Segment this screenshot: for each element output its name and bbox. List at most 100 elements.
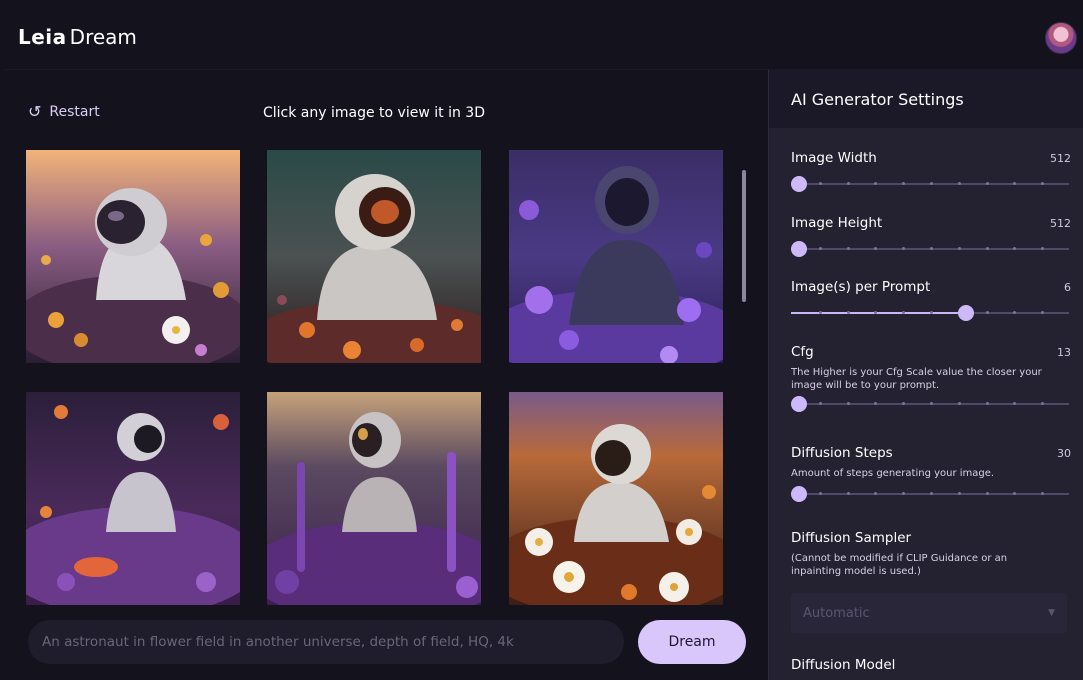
settings-title: AI Generator Settings — [769, 70, 1083, 128]
slider-tick — [818, 402, 822, 405]
restart-label: Restart — [49, 104, 100, 120]
slider-tick — [985, 492, 989, 495]
slider-tick — [846, 402, 850, 405]
diffusion-model-heading: Diffusion Model — [791, 657, 896, 673]
setting-description: The Higher is your Cfg Scale value the c… — [791, 367, 1042, 391]
setting-label: Cfg — [791, 344, 814, 360]
slider-tick — [874, 311, 878, 314]
images-per-prompt-slider[interactable] — [791, 305, 1069, 321]
setting-images-per-prompt: Image(s) per Prompt 6 — [791, 279, 1071, 321]
generated-image-6[interactable] — [509, 392, 723, 605]
diffusion-steps-slider[interactable] — [791, 486, 1069, 502]
setting-label: Diffusion Steps — [791, 445, 893, 461]
slider-tick — [846, 182, 850, 185]
slider-tick — [818, 311, 822, 314]
slider-tick — [957, 492, 961, 495]
slider-thumb[interactable] — [791, 176, 808, 192]
slider-tick — [874, 402, 878, 405]
setting-label: Image(s) per Prompt — [791, 279, 931, 295]
setting-label: Image Width — [791, 150, 877, 166]
slider-tick — [1041, 311, 1045, 314]
slider-tick — [874, 492, 878, 495]
slider-tick — [1041, 492, 1045, 495]
slider-tick — [1013, 492, 1017, 495]
generated-image-1[interactable] — [26, 150, 240, 363]
slider-tick — [957, 182, 961, 185]
slider-tick — [957, 247, 961, 250]
slider-tick — [902, 247, 906, 250]
slider-tick — [985, 247, 989, 250]
slider-tick — [902, 402, 906, 405]
logo-brand: Leia — [18, 25, 67, 49]
setting-value: 13 — [1057, 346, 1071, 359]
slider-thumb[interactable] — [791, 486, 808, 502]
setting-diffusion-sampler: Diffusion Sampler (Cannot be modified if… — [791, 530, 1071, 578]
setting-value: 30 — [1057, 447, 1071, 460]
setting-description: Amount of steps generating your image. — [791, 468, 995, 479]
slider-tick — [930, 311, 933, 314]
prompt-bar — [28, 620, 624, 664]
slider-tick — [1041, 402, 1045, 405]
app-logo[interactable]: Leia Dream — [18, 25, 137, 49]
chevron-down-icon: ▼ — [1048, 608, 1055, 618]
dream-button[interactable]: Dream — [638, 620, 746, 664]
cfg-slider[interactable] — [791, 396, 1069, 412]
slider-tick — [1041, 182, 1045, 185]
slider-tick — [902, 182, 906, 185]
slider-tick — [818, 492, 822, 495]
restart-icon: ↺ — [28, 102, 42, 121]
setting-label: Image Height — [791, 215, 883, 231]
slider-tick — [1013, 402, 1017, 405]
setting-description: (Cannot be modified if CLIP Guidance or … — [791, 553, 1008, 577]
slider-tick — [902, 492, 906, 495]
diffusion-sampler-select[interactable]: Automatic ▼ — [791, 593, 1067, 633]
image-height-slider[interactable] — [791, 241, 1069, 257]
slider-tick — [930, 247, 933, 250]
slider-tick — [930, 182, 933, 185]
generated-image-5[interactable] — [267, 392, 481, 605]
setting-value: 6 — [1064, 281, 1071, 294]
gallery-scrollbar[interactable] — [742, 170, 746, 302]
main-area: ↺ Restart Click any image to view it in … — [4, 70, 768, 680]
image-width-slider[interactable] — [791, 176, 1069, 192]
generated-image-2[interactable] — [267, 150, 481, 363]
slider-tick — [1013, 247, 1017, 250]
view-3d-hint: Click any image to view it in 3D — [263, 105, 485, 121]
setting-image-width: Image Width 512 — [791, 150, 1071, 192]
user-avatar[interactable] — [1045, 22, 1077, 54]
generated-image-4[interactable] — [26, 392, 240, 605]
slider-tick — [985, 182, 989, 185]
slider-tick — [846, 247, 850, 250]
slider-tick — [1013, 182, 1017, 185]
generated-image-3[interactable] — [509, 150, 723, 363]
settings-panel: AI Generator Settings Image Width 512 Im… — [768, 70, 1083, 680]
slider-tick — [1013, 311, 1017, 314]
slider-tick — [985, 402, 989, 405]
select-value: Automatic — [803, 605, 870, 621]
slider-tick — [818, 247, 822, 250]
logo-product: Dream — [69, 25, 137, 49]
slider-tick — [846, 492, 850, 495]
slider-tick — [902, 311, 906, 314]
setting-value: 512 — [1050, 217, 1071, 230]
setting-label: Diffusion Sampler — [791, 530, 912, 546]
slider-tick — [985, 311, 989, 314]
setting-cfg: Cfg 13 The Higher is your Cfg Scale valu… — [791, 344, 1071, 412]
setting-value: 512 — [1050, 152, 1071, 165]
restart-button[interactable]: ↺ Restart — [28, 102, 100, 121]
slider-thumb[interactable] — [958, 305, 975, 321]
slider-tick — [957, 402, 961, 405]
setting-image-height: Image Height 512 — [791, 215, 1071, 257]
slider-tick — [846, 311, 850, 314]
slider-tick — [874, 182, 878, 185]
slider-tick — [874, 247, 878, 250]
slider-tick — [930, 492, 933, 495]
setting-diffusion-steps: Diffusion Steps 30 Amount of steps gener… — [791, 445, 1071, 502]
slider-thumb[interactable] — [791, 396, 808, 412]
slider-tick — [818, 182, 822, 185]
slider-tick — [1041, 247, 1045, 250]
slider-thumb[interactable] — [791, 241, 808, 257]
prompt-input[interactable] — [42, 634, 624, 650]
slider-tick — [930, 402, 933, 405]
app-header: Leia Dream — [4, 4, 1083, 70]
